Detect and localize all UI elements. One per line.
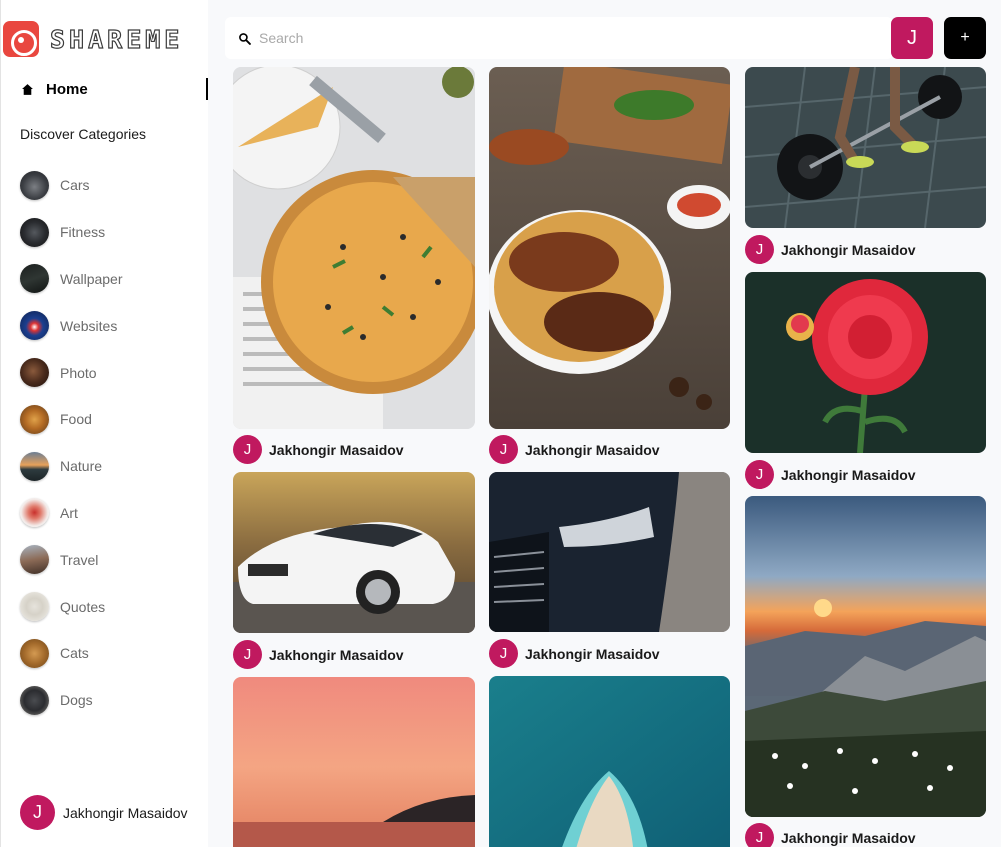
sidebar-item-label: Photo	[60, 364, 97, 381]
sidebar-item-wallpaper[interactable]: Wallpaper	[20, 256, 200, 303]
category-thumbnail	[20, 685, 49, 715]
user-profile-link[interactable]: J Jakhongir Masaidov	[20, 795, 188, 830]
sidebar-item-label: Art	[60, 504, 78, 521]
category-thumbnail	[20, 217, 49, 247]
avatar: J	[745, 823, 774, 847]
pin-image-pizza[interactable]	[233, 67, 475, 429]
sidebar-item-food[interactable]: Food	[20, 396, 200, 443]
category-thumbnail	[20, 264, 49, 294]
author-name: Jakhongir Masaidov	[269, 646, 404, 663]
sidebar-item-label: Wallpaper	[60, 270, 123, 287]
sidebar-item-label: Quotes	[60, 598, 106, 615]
sidebar-item-travel[interactable]: Travel	[20, 536, 200, 583]
add-pin-button[interactable]: +	[944, 17, 986, 59]
category-thumbnail	[20, 592, 49, 622]
category-thumbnail	[20, 311, 49, 341]
avatar: J	[745, 460, 774, 489]
pin-image-white-car[interactable]	[233, 472, 475, 633]
user-avatar-button[interactable]: J	[891, 17, 933, 59]
search-bar	[225, 17, 893, 59]
camera-logo-icon	[3, 21, 39, 57]
pin-image-fitness-barbell[interactable]	[745, 67, 986, 228]
sidebar-item-label: Cats	[60, 645, 89, 662]
sidebar-item-dogs[interactable]: Dogs	[20, 677, 200, 724]
pin-image-red-dahlia[interactable]	[745, 272, 986, 453]
author-name: Jakhongir Masaidov	[781, 466, 916, 483]
pin-card[interactable]: J Jakhongir Masaidov	[233, 472, 475, 672]
category-thumbnail	[20, 638, 49, 668]
logo[interactable]: SHAREME	[3, 20, 183, 58]
pin-card[interactable]: J Jakhongir Masaidov	[489, 472, 730, 672]
home-icon	[20, 82, 34, 96]
pin-card[interactable]: J Jakhongir Masaidov	[233, 67, 475, 469]
sidebar-item-quotes[interactable]: Quotes	[20, 583, 200, 630]
logo-text: SHAREME	[49, 24, 184, 54]
sidebar-item-label: Fitness	[60, 224, 106, 241]
avatar: J	[233, 435, 262, 464]
category-thumbnail	[20, 358, 49, 388]
author-name: Jakhongir Masaidov	[269, 441, 404, 458]
pin-author[interactable]: J Jakhongir Masaidov	[745, 235, 916, 264]
sidebar-item-label: Food	[60, 411, 92, 428]
sidebar-item-label: Nature	[60, 458, 103, 475]
avatar: J	[20, 795, 55, 830]
pin-image-pink-sunset[interactable]	[233, 677, 475, 847]
author-name: Jakhongir Masaidov	[781, 241, 916, 258]
sidebar-item-label: Home	[46, 80, 88, 98]
avatar: J	[745, 235, 774, 264]
sidebar-item-websites[interactable]: Websites	[20, 302, 200, 349]
pin-card[interactable]	[489, 676, 730, 847]
pin-author[interactable]: J Jakhongir Masaidov	[489, 639, 660, 668]
pin-author[interactable]: J Jakhongir Masaidov	[233, 640, 404, 669]
pin-image-biryani[interactable]	[489, 67, 730, 429]
sidebar-item-fitness[interactable]: Fitness	[20, 209, 200, 256]
author-name: Jakhongir Masaidov	[781, 829, 916, 846]
category-thumbnail	[20, 451, 49, 481]
author-name: Jakhongir Masaidov	[525, 441, 660, 458]
discover-categories-heading: Discover Categories	[20, 126, 147, 142]
pin-card[interactable]: J Jakhongir Masaidov	[489, 67, 730, 469]
sidebar-item-cars[interactable]: Cars	[20, 162, 200, 209]
pin-card[interactable]: J Jakhongir Masaidov	[745, 272, 986, 491]
avatar: J	[489, 639, 518, 668]
sidebar-item-home[interactable]: Home	[20, 78, 208, 100]
pin-image-dark-car-headlight[interactable]	[489, 472, 730, 632]
sidebar-item-label: Dogs	[60, 692, 93, 709]
category-list: Cars Fitness Wallpaper Websites Photo Fo…	[20, 162, 200, 724]
sidebar-item-label: Websites	[60, 317, 118, 334]
user-name: Jakhongir Masaidov	[63, 804, 188, 821]
author-name: Jakhongir Masaidov	[525, 645, 660, 662]
pin-card[interactable]: J Jakhongir Masaidov	[745, 496, 986, 847]
category-thumbnail	[20, 498, 49, 528]
pin-author[interactable]: J Jakhongir Masaidov	[233, 435, 404, 464]
avatar: J	[489, 435, 518, 464]
avatar: J	[233, 640, 262, 669]
sidebar-item-photo[interactable]: Photo	[20, 349, 200, 396]
category-thumbnail	[20, 404, 49, 434]
pin-image-mountain-sunset[interactable]	[745, 496, 986, 817]
search-icon	[237, 31, 251, 45]
sidebar-item-cats[interactable]: Cats	[20, 630, 200, 677]
pin-card[interactable]	[233, 677, 475, 847]
category-thumbnail	[20, 545, 49, 575]
sidebar: SHAREME Home Discover Categories Cars Fi…	[0, 0, 208, 847]
pin-image-beach-aerial[interactable]	[489, 676, 730, 847]
sidebar-item-label: Cars	[60, 177, 90, 194]
search-input[interactable]	[259, 30, 859, 46]
pin-author[interactable]: J Jakhongir Masaidov	[745, 460, 916, 489]
sidebar-item-art[interactable]: Art	[20, 490, 200, 537]
pin-card[interactable]: J Jakhongir Masaidov	[745, 67, 986, 267]
pin-author[interactable]: J Jakhongir Masaidov	[489, 435, 660, 464]
sidebar-item-label: Travel	[60, 551, 99, 568]
category-thumbnail	[20, 170, 49, 200]
pin-author[interactable]: J Jakhongir Masaidov	[745, 823, 916, 847]
sidebar-item-nature[interactable]: Nature	[20, 443, 200, 490]
